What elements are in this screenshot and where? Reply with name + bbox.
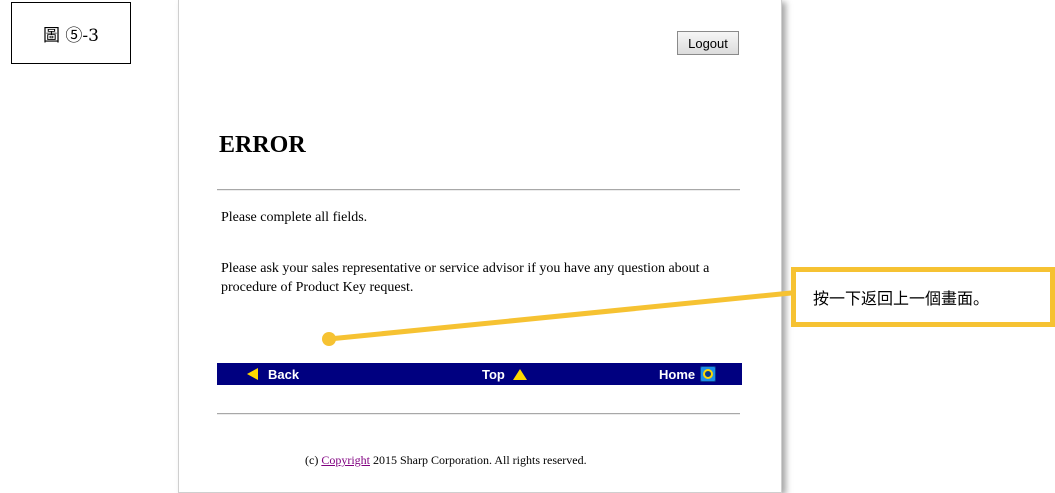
logout-button[interactable]: Logout	[677, 31, 739, 55]
divider-bottom	[217, 413, 740, 415]
home-link[interactable]: Home	[659, 363, 717, 385]
error-message: Please complete all fields.	[221, 210, 368, 225]
screenshot-stage: 圖 ⑤-3 Logout ERROR Please complete all f…	[0, 0, 1055, 493]
help-message: Please ask your sales representative or …	[221, 261, 710, 295]
back-label: Back	[268, 366, 300, 382]
page-title: ERROR	[219, 132, 306, 158]
browser-page: Logout ERROR Please complete all fields.…	[178, 0, 782, 493]
figure-label: 圖 ⑤-3	[11, 2, 131, 64]
divider-top	[217, 189, 740, 191]
arrow-up-icon	[512, 368, 527, 380]
callout-text: 按一下返回上一個畫面。	[813, 289, 990, 308]
arrow-left-icon	[247, 368, 258, 380]
copyright-prefix: (c)	[305, 453, 319, 467]
copyright-link[interactable]: Copyright	[321, 453, 370, 467]
nav-bar: Back Top Home	[217, 363, 742, 385]
back-link[interactable]: Back	[247, 363, 299, 385]
home-label: Home	[659, 366, 696, 382]
top-label: Top	[482, 366, 505, 382]
home-icon	[700, 366, 717, 382]
callout-box: 按一下返回上一個畫面。	[791, 267, 1055, 327]
top-link[interactable]: Top	[482, 363, 527, 385]
copyright-suffix: 2015 Sharp Corporation. All rights reser…	[373, 453, 587, 467]
footer-copyright: (c) Copyright 2015 Sharp Corporation. Al…	[305, 453, 587, 468]
